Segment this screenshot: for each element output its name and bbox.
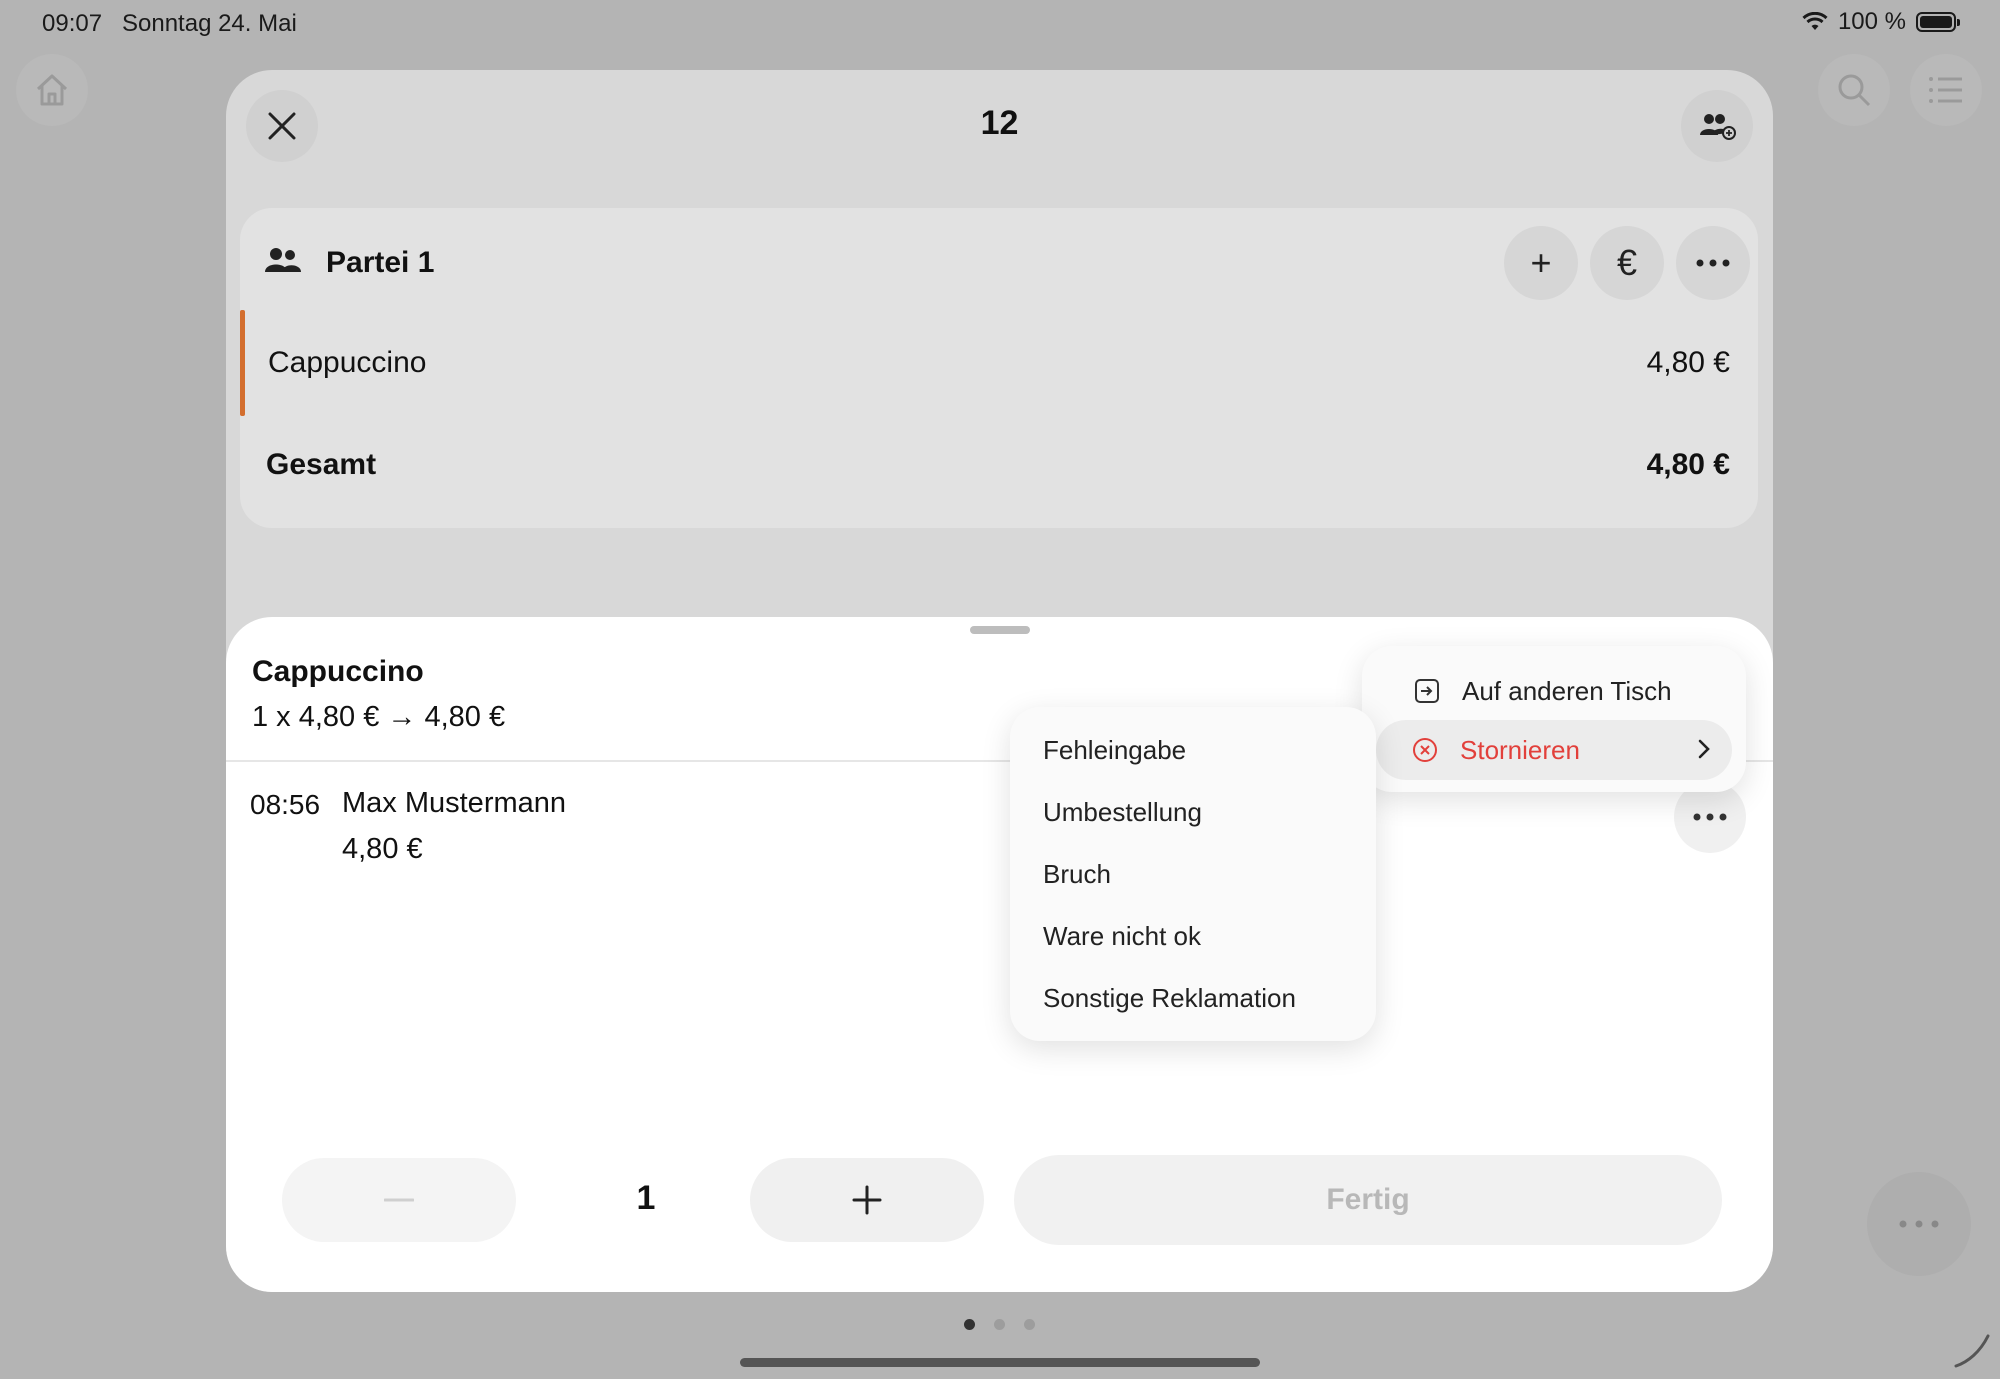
item-context-menu: Auf anderen Tisch Stornieren xyxy=(1362,646,1746,792)
battery-icon xyxy=(1916,12,1960,32)
battery-percent: 100 % xyxy=(1837,8,1906,35)
item-calculation: 1 x 4,80 € → 4,80 € xyxy=(252,701,506,733)
reason-input-error[interactable]: Fehleingabe xyxy=(1043,735,1186,766)
people-icon xyxy=(265,248,301,272)
party-label: Partei 1 xyxy=(326,246,435,279)
search-icon xyxy=(1838,74,1871,107)
plus-icon xyxy=(852,1185,882,1215)
plus-icon: + xyxy=(1530,242,1552,283)
move-to-icon xyxy=(1415,679,1439,703)
total-label: Gesamt xyxy=(266,448,377,481)
status-indicators: 100 % xyxy=(1802,8,1960,36)
people-add-icon xyxy=(1700,114,1736,140)
increase-quantity-button[interactable] xyxy=(750,1158,984,1242)
minus-icon xyxy=(384,1198,414,1202)
floating-more-button[interactable] xyxy=(1867,1172,1971,1276)
party-more-button[interactable] xyxy=(1676,226,1750,300)
total-price: 4,80 € xyxy=(1646,448,1730,481)
reason-reorder[interactable]: Umbestellung xyxy=(1043,797,1202,828)
reason-other-complaint[interactable]: Sonstige Reklamation xyxy=(1043,983,1296,1014)
ellipsis-icon xyxy=(1693,813,1727,821)
cancel-reason-menu: Fehleingabe Umbestellung Bruch Ware nich… xyxy=(1010,707,1376,1041)
reason-breakage[interactable]: Bruch xyxy=(1043,859,1111,890)
page-dot-active[interactable] xyxy=(964,1319,975,1330)
done-button[interactable]: Fertig xyxy=(1014,1155,1722,1245)
status-date: Sonntag 24. Mai xyxy=(122,10,297,37)
reason-goods-not-ok[interactable]: Ware nicht ok xyxy=(1043,921,1201,952)
party-card: Partei 1 + € Cappuccino 4,80 € Gesamt 4,… xyxy=(240,208,1758,528)
page-dot[interactable] xyxy=(994,1319,1005,1330)
menu-item-cancel[interactable]: Stornieren xyxy=(1376,720,1732,780)
search-button[interactable] xyxy=(1818,54,1890,126)
page-dot[interactable] xyxy=(1024,1319,1035,1330)
chevron-right-icon xyxy=(1698,739,1710,759)
waiter-name: Max Mustermann xyxy=(342,787,567,819)
add-guests-button[interactable] xyxy=(1681,90,1753,162)
euro-icon: € xyxy=(1616,242,1638,283)
pencil-hint-icon xyxy=(1954,1334,1990,1368)
cancel-circle-icon xyxy=(1413,738,1437,762)
selected-item-indicator xyxy=(240,310,245,416)
order-price: 4,80 € xyxy=(342,833,423,865)
home-icon xyxy=(36,74,68,106)
ellipsis-icon xyxy=(1696,259,1730,267)
menu-item-label: Auf anderen Tisch xyxy=(1462,675,1672,706)
menu-item-move-table[interactable]: Auf anderen Tisch xyxy=(1378,664,1730,718)
wifi-icon xyxy=(1802,12,1828,30)
add-item-button[interactable]: + xyxy=(1504,226,1578,300)
order-time: 08:56 xyxy=(250,789,321,820)
ellipsis-icon xyxy=(1899,1220,1939,1228)
home-indicator[interactable] xyxy=(740,1358,1260,1367)
status-time: 09:07 xyxy=(42,10,103,37)
menu-item-label: Stornieren xyxy=(1460,734,1580,765)
order-item-price: 4,80 € xyxy=(1646,346,1730,379)
list-button[interactable] xyxy=(1910,54,1982,126)
home-button[interactable] xyxy=(16,54,88,126)
list-icon xyxy=(1929,77,1962,103)
sheet-grabber[interactable] xyxy=(970,626,1030,634)
order-item-name[interactable]: Cappuccino xyxy=(268,346,426,380)
pay-button[interactable]: € xyxy=(1590,226,1664,300)
item-title: Cappuccino xyxy=(252,655,424,688)
quantity-value: 1 xyxy=(636,1179,656,1217)
table-number: 12 xyxy=(980,104,1019,142)
decrease-quantity-button[interactable] xyxy=(282,1158,516,1242)
